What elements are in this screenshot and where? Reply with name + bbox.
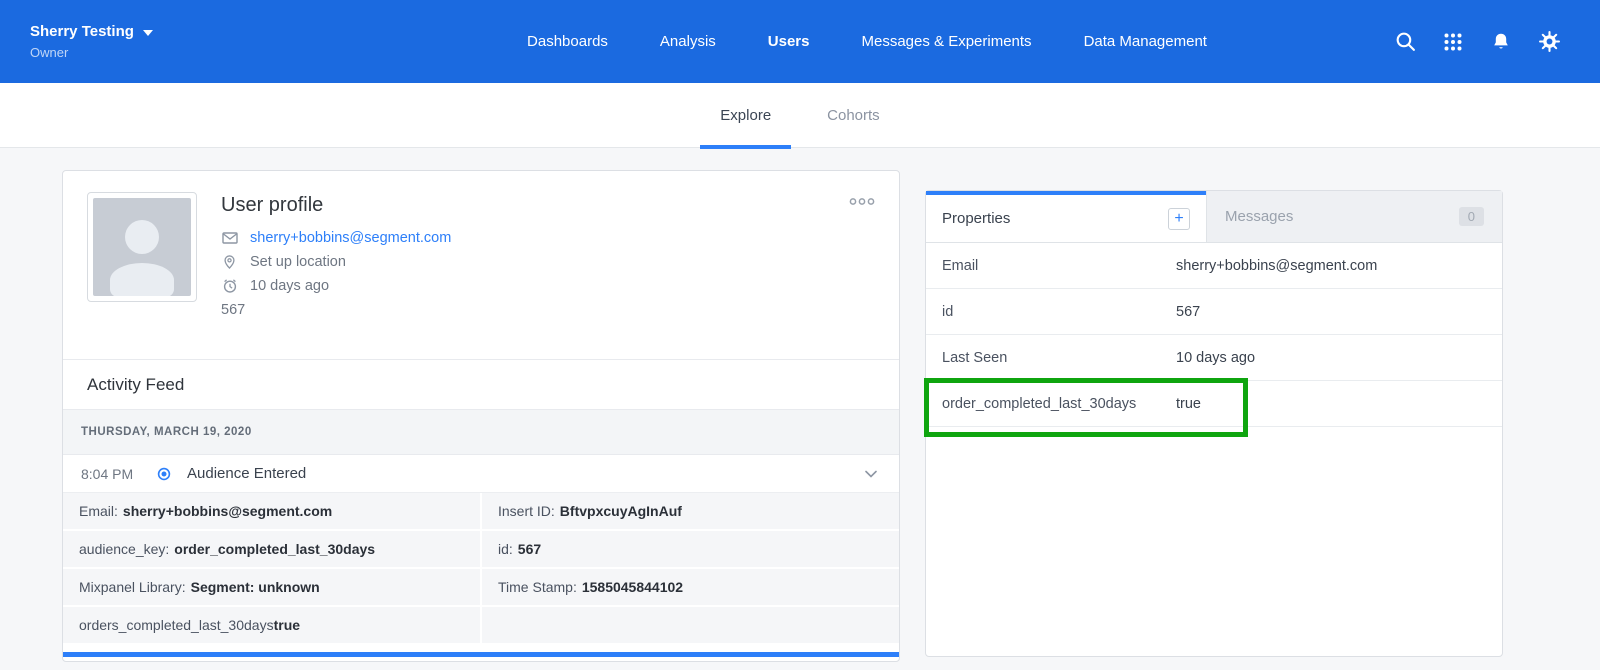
header-icons: [1394, 31, 1600, 53]
bell-icon[interactable]: [1490, 31, 1512, 53]
property-value: 567: [1176, 304, 1200, 320]
chevron-down-icon: [143, 23, 153, 40]
event-detail-cell: Insert ID:BftvpxcuyAgInAuf: [482, 493, 899, 529]
property-row-last-seen: Last Seen 10 days ago: [926, 335, 1502, 381]
property-value: 10 days ago: [1176, 350, 1255, 366]
nav-item-data-management[interactable]: Data Management: [1084, 33, 1207, 50]
property-key: id: [942, 304, 1176, 320]
tab-cohorts[interactable]: Cohorts: [807, 83, 900, 147]
nav-item-dashboards[interactable]: Dashboards: [527, 33, 608, 50]
tab-explore[interactable]: Explore: [700, 83, 791, 147]
property-value: true: [1176, 396, 1201, 412]
cutoff-blue-bar: [63, 652, 899, 657]
properties-rows: Email sherry+bobbins@segment.com id 567 …: [926, 243, 1502, 427]
event-details-grid: Email:sherry+bobbins@segment.com Insert …: [63, 493, 899, 643]
active-tab-underline: [700, 145, 791, 149]
activity-date-header: THURSDAY, MARCH 19, 2020: [63, 410, 899, 455]
event-time: 8:04 PM: [81, 466, 157, 482]
event-detail-cell: audience_key:order_completed_last_30days: [63, 531, 480, 567]
envelope-icon: [221, 230, 238, 246]
chevron-down-icon[interactable]: [865, 470, 877, 478]
activity-event-row[interactable]: 8:04 PM Audience Entered: [63, 455, 899, 493]
clock-icon: [221, 278, 238, 294]
avatar-head-shape: [125, 220, 159, 254]
top-header: Sherry Testing Owner Dashboards Analysis…: [0, 0, 1600, 83]
profile-last-seen: 10 days ago: [250, 278, 329, 294]
nav-item-analysis[interactable]: Analysis: [660, 33, 716, 50]
property-row-id: id 567: [926, 289, 1502, 335]
profile-location[interactable]: Set up location: [250, 254, 346, 270]
event-detail-cell: Time Stamp:1585045844102: [482, 569, 899, 605]
event-detail-cell: Mixpanel Library:Segment: unknown: [63, 569, 480, 605]
event-detail-cell: orders_completed_last_30daystrue: [63, 607, 480, 643]
location-pin-icon: [221, 254, 238, 270]
nav-item-messages-experiments[interactable]: Messages & Experiments: [861, 33, 1031, 50]
tab-cohorts-label: Cohorts: [827, 107, 880, 124]
messages-count-badge: 0: [1459, 207, 1484, 226]
tab-messages[interactable]: Messages 0: [1206, 191, 1502, 242]
nav-item-users[interactable]: Users: [768, 33, 810, 50]
profile-title: User profile: [221, 194, 451, 217]
event-detail-cell: id:567: [482, 531, 899, 567]
workspace-name: Sherry Testing: [30, 23, 134, 40]
profile-section: User profile sherry+bobbins@segment.com …: [63, 171, 899, 360]
property-key: Last Seen: [942, 350, 1176, 366]
apps-grid-icon[interactable]: [1442, 31, 1464, 53]
page: Sherry Testing Owner Dashboards Analysis…: [0, 0, 1600, 670]
property-key: order_completed_last_30days: [942, 396, 1176, 412]
workspace-switcher[interactable]: Sherry Testing Owner: [0, 23, 340, 60]
event-detail-cell-empty: [482, 607, 899, 643]
search-icon[interactable]: [1394, 31, 1416, 53]
tab-explore-label: Explore: [720, 107, 771, 124]
avatar-body-shape: [110, 263, 174, 296]
properties-tabs: Properties + Messages 0: [926, 191, 1502, 243]
profile-email-link[interactable]: sherry+bobbins@segment.com: [250, 230, 451, 246]
workspace-role: Owner: [30, 45, 340, 60]
add-property-button[interactable]: +: [1168, 208, 1190, 230]
properties-card: Properties + Messages 0 Email sherry+bob…: [925, 190, 1503, 657]
profile-id: 567: [221, 302, 245, 318]
subnav: Explore Cohorts: [0, 83, 1600, 148]
main-nav: Dashboards Analysis Users Messages & Exp…: [340, 33, 1394, 50]
user-profile-card: User profile sherry+bobbins@segment.com …: [62, 170, 900, 662]
avatar: [87, 192, 197, 302]
tab-properties-label: Properties: [942, 210, 1010, 227]
event-detail-cell: Email:sherry+bobbins@segment.com: [63, 493, 480, 529]
property-row-order-completed: order_completed_last_30days true: [926, 381, 1502, 427]
gear-icon[interactable]: [1538, 31, 1560, 53]
event-name: Audience Entered: [187, 465, 306, 482]
property-row-email: Email sherry+bobbins@segment.com: [926, 243, 1502, 289]
property-key: Email: [942, 258, 1176, 274]
tab-properties[interactable]: Properties +: [926, 191, 1206, 242]
property-value-email-link[interactable]: sherry+bobbins@segment.com: [1176, 258, 1377, 274]
tab-messages-label: Messages: [1225, 208, 1293, 225]
activity-feed-title: Activity Feed: [63, 360, 899, 410]
more-options-icon[interactable]: [849, 193, 875, 211]
event-dot-icon: [157, 467, 171, 481]
